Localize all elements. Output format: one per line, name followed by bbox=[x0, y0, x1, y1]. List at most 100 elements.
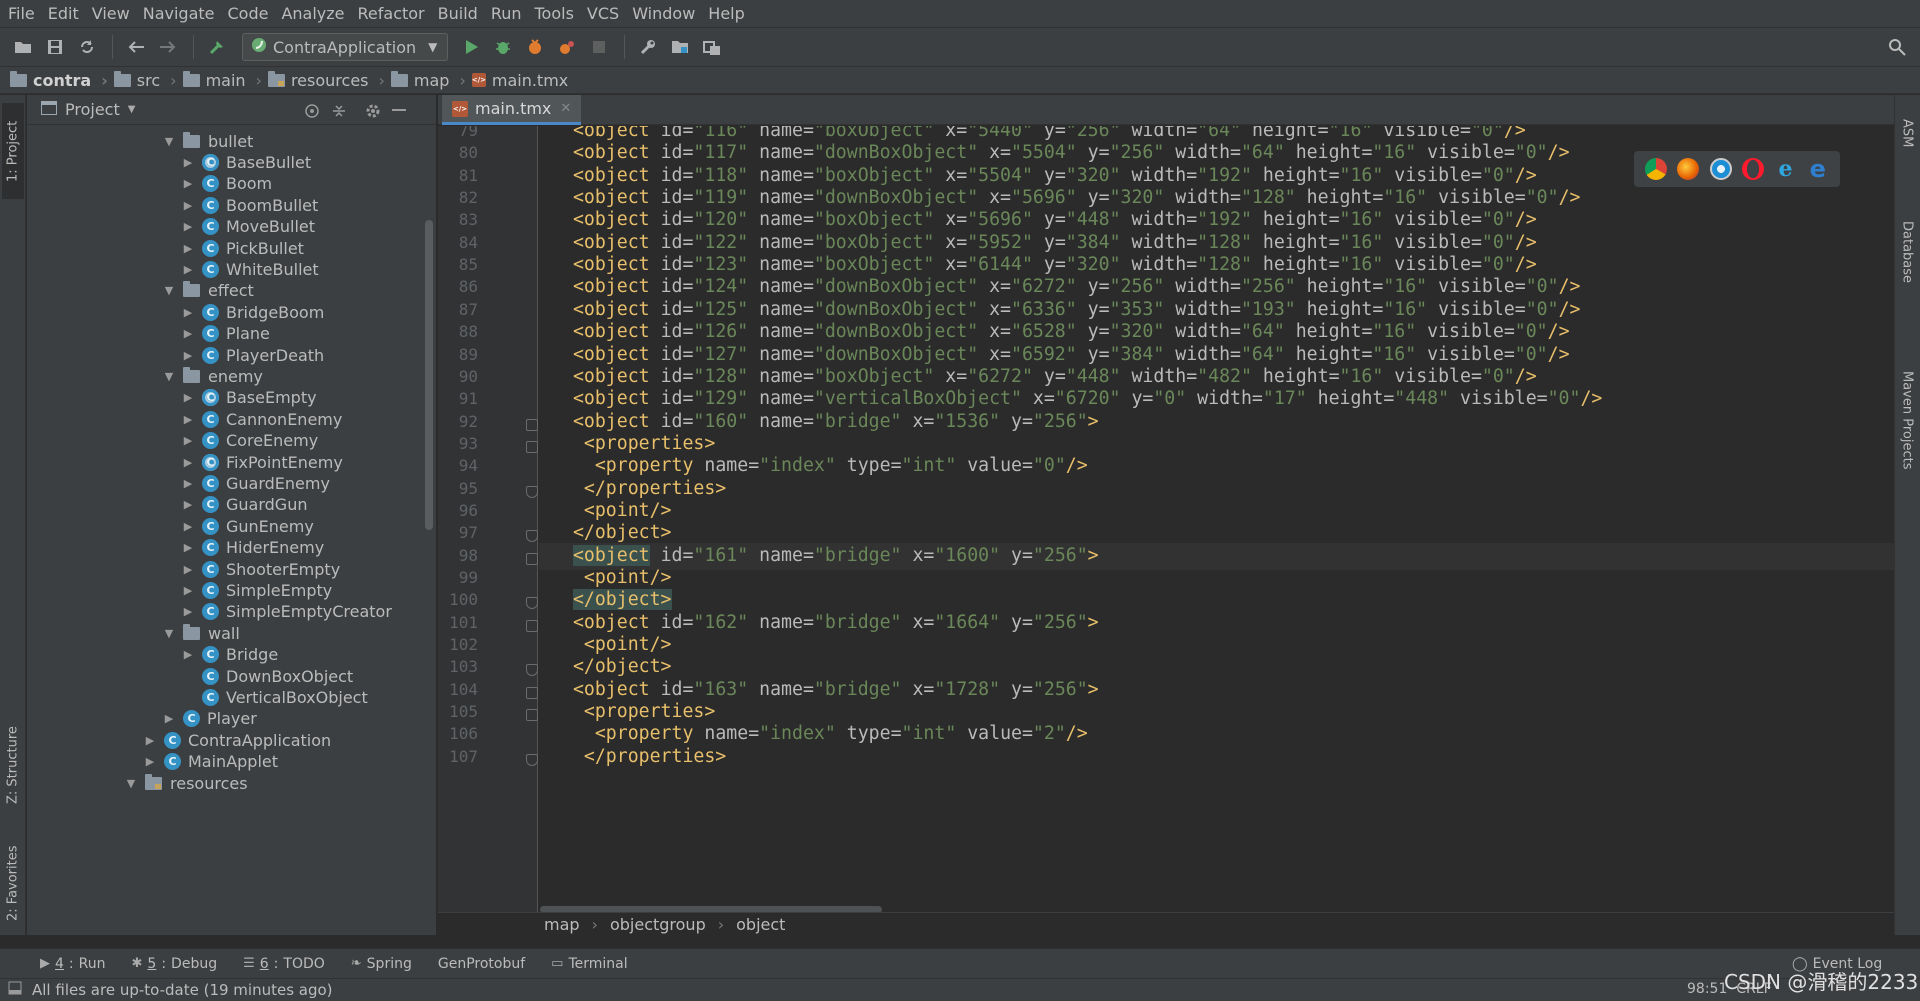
chevron-down-icon[interactable]: ▼ bbox=[128, 104, 136, 115]
code-line[interactable]: </properties> bbox=[562, 743, 726, 770]
tab-structure[interactable]: Z: Structure bbox=[2, 710, 24, 820]
chevron-right-icon[interactable]: ▶ bbox=[161, 711, 177, 727]
toggle-tool-buttons-icon[interactable] bbox=[8, 981, 22, 999]
tab-asm[interactable]: ASM bbox=[1896, 103, 1918, 163]
safari-icon[interactable] bbox=[1709, 158, 1732, 180]
fold-marker-icon[interactable] bbox=[526, 686, 538, 699]
profile-icon[interactable] bbox=[552, 32, 582, 62]
chevron-right-icon[interactable]: ▶ bbox=[180, 433, 196, 449]
chevron-right-icon[interactable]: ▶ bbox=[180, 540, 196, 556]
menu-navigate[interactable]: Navigate bbox=[139, 0, 224, 27]
chevron-right-icon[interactable]: ▶ bbox=[180, 347, 196, 363]
fold-marker-icon[interactable] bbox=[526, 552, 538, 565]
run-icon[interactable] bbox=[456, 32, 486, 62]
chevron-right-icon[interactable]: ▶ bbox=[180, 582, 196, 598]
chevron-right-icon[interactable]: ▶ bbox=[180, 154, 196, 170]
run-with-coverage-icon[interactable] bbox=[520, 32, 550, 62]
chevron-down-icon[interactable]: ▼ bbox=[161, 283, 177, 299]
project-structure-icon[interactable] bbox=[665, 32, 695, 62]
fold-marker-icon[interactable] bbox=[526, 530, 538, 543]
fold-marker-icon[interactable] bbox=[526, 709, 538, 722]
tool-window-genprotobuf[interactable]: GenProtobuf bbox=[438, 956, 525, 972]
fold-marker-icon[interactable] bbox=[526, 485, 538, 498]
save-all-icon[interactable] bbox=[40, 32, 70, 62]
breadcrumb-item[interactable]: contra › bbox=[10, 70, 114, 90]
project-scrollbar[interactable] bbox=[425, 220, 433, 530]
chevron-down-icon[interactable]: ▼ bbox=[161, 133, 177, 149]
fold-marker-icon[interactable] bbox=[526, 418, 538, 431]
run-configuration-select[interactable]: ContraApplication ▼ bbox=[242, 33, 449, 61]
chevron-right-icon[interactable]: ▶ bbox=[180, 454, 196, 470]
back-icon[interactable] bbox=[121, 32, 151, 62]
tool-window-todo[interactable]: ☰ 6: TODO bbox=[243, 956, 325, 972]
chevron-right-icon[interactable]: ▶ bbox=[180, 475, 196, 491]
collapse-all-icon[interactable] bbox=[329, 101, 349, 121]
editor-breadcrumb-item[interactable]: objectgroup bbox=[610, 915, 706, 934]
hide-panel-icon[interactable] bbox=[389, 101, 409, 121]
chevron-right-icon[interactable]: ▶ bbox=[180, 561, 196, 577]
sync-icon[interactable] bbox=[72, 32, 102, 62]
chevron-right-icon[interactable]: ▶ bbox=[180, 518, 196, 534]
menu-refactor[interactable]: Refactor bbox=[354, 0, 434, 27]
chevron-right-icon[interactable]: ▶ bbox=[180, 647, 196, 663]
menu-help[interactable]: Help bbox=[704, 0, 753, 27]
chevron-right-icon[interactable]: ▶ bbox=[180, 326, 196, 342]
tool-window-debug[interactable]: ✱ 5: Debug bbox=[132, 956, 218, 972]
menu-run[interactable]: Run bbox=[487, 0, 531, 27]
sdk-icon[interactable] bbox=[697, 32, 727, 62]
chevron-right-icon[interactable]: ▶ bbox=[180, 261, 196, 277]
tab-main-tmx[interactable]: </> main.tmx ✕ bbox=[442, 95, 582, 125]
editor-breadcrumb-item[interactable]: map bbox=[544, 915, 580, 934]
chevron-right-icon[interactable]: ▶ bbox=[180, 497, 196, 513]
fold-marker-icon[interactable] bbox=[526, 619, 538, 632]
menu-tools[interactable]: Tools bbox=[531, 0, 583, 27]
build-hammer-icon[interactable] bbox=[202, 32, 232, 62]
tool-window-spring[interactable]: ❧ Spring bbox=[351, 956, 412, 972]
tab-maven-projects[interactable]: Maven Projects bbox=[1896, 335, 1918, 505]
close-icon[interactable]: ✕ bbox=[560, 101, 571, 116]
chevron-right-icon[interactable]: ▶ bbox=[180, 411, 196, 427]
tool-window-run[interactable]: ▶ 4: Run bbox=[40, 956, 106, 972]
debug-icon[interactable] bbox=[488, 32, 518, 62]
tab-database[interactable]: Database bbox=[1896, 187, 1918, 317]
fold-marker-icon[interactable] bbox=[526, 753, 538, 766]
breadcrumb-item[interactable]: </> main.tmx bbox=[472, 71, 574, 90]
chevron-down-icon[interactable]: ▼ bbox=[161, 625, 177, 641]
menu-view[interactable]: View bbox=[88, 0, 139, 27]
scroll-from-source-icon[interactable] bbox=[302, 101, 322, 121]
firefox-icon[interactable] bbox=[1677, 158, 1700, 180]
chevron-right-icon[interactable]: ▶ bbox=[142, 732, 158, 748]
breadcrumb-item[interactable]: main › bbox=[182, 70, 268, 90]
gear-icon[interactable] bbox=[363, 101, 383, 121]
menu-code[interactable]: Code bbox=[224, 0, 278, 27]
edge-icon[interactable]: e bbox=[1806, 155, 1829, 183]
menu-analyze[interactable]: Analyze bbox=[277, 0, 353, 27]
fold-marker-icon[interactable] bbox=[526, 440, 538, 453]
chevron-right-icon[interactable]: ▶ bbox=[180, 197, 196, 213]
menu-vcs[interactable]: VCS bbox=[583, 0, 628, 27]
menu-build[interactable]: Build bbox=[434, 0, 487, 27]
breadcrumb-item[interactable]: src › bbox=[113, 70, 183, 90]
chrome-icon[interactable] bbox=[1645, 158, 1668, 180]
chevron-right-icon[interactable]: ▶ bbox=[180, 240, 196, 256]
fold-marker-icon[interactable] bbox=[526, 597, 538, 610]
chevron-right-icon[interactable]: ▶ bbox=[180, 176, 196, 192]
ie-icon[interactable]: e bbox=[1774, 156, 1797, 182]
breadcrumb-item[interactable]: map › bbox=[390, 70, 472, 90]
menu-window[interactable]: Window bbox=[628, 0, 704, 27]
stop-icon[interactable] bbox=[584, 32, 614, 62]
forward-icon[interactable] bbox=[153, 32, 183, 62]
tab-favorites[interactable]: 2: Favorites bbox=[2, 833, 24, 933]
search-everywhere-icon[interactable] bbox=[1882, 32, 1912, 62]
chevron-right-icon[interactable]: ▶ bbox=[180, 604, 196, 620]
chevron-right-icon[interactable]: ▶ bbox=[180, 219, 196, 235]
tool-window-terminal[interactable]: ▭ Terminal bbox=[551, 956, 627, 972]
opera-icon[interactable] bbox=[1742, 158, 1765, 180]
menu-edit[interactable]: Edit bbox=[44, 0, 88, 27]
chevron-right-icon[interactable]: ▶ bbox=[180, 390, 196, 406]
tab-project[interactable]: 1: Project bbox=[2, 103, 24, 199]
chevron-down-icon[interactable]: ▼ bbox=[123, 775, 139, 791]
chevron-right-icon[interactable]: ▶ bbox=[142, 754, 158, 770]
code-editor[interactable]: 79 80 81 82 83 84 85 86 87 88 89 90 91 92 93 94 95 96 97 98… bbox=[438, 126, 1894, 912]
fold-marker-icon[interactable] bbox=[526, 664, 538, 677]
